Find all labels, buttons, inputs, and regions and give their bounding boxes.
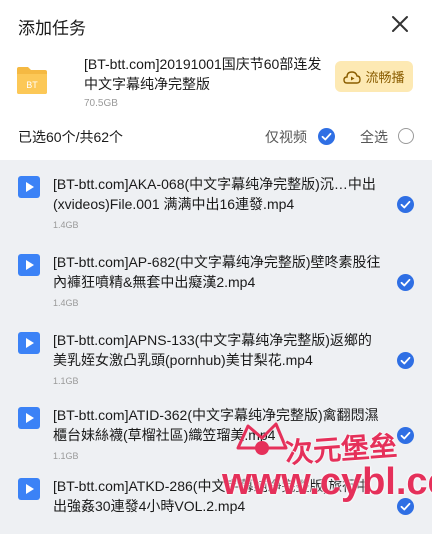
checked-icon[interactable] [397, 274, 414, 291]
smooth-play-button[interactable]: 流畅播 [335, 61, 413, 92]
task-header-panel: 添加任务 BT [BT-btt.com]20191001国庆节60部连发中文字幕… [0, 0, 432, 160]
file-size: 1.1GB [53, 376, 79, 386]
video-file-icon [18, 176, 40, 198]
video-file-icon [18, 254, 40, 276]
file-name: [BT-btt.com]AP-682(中文字幕纯净完整版)壁咚素股往內褲狂噴精&… [53, 254, 381, 290]
torrent-name: [BT-btt.com]20191001国庆节60部连发中文字幕纯净完整版 [84, 56, 322, 92]
close-icon[interactable] [388, 12, 412, 36]
folder-icon: BT [16, 64, 48, 96]
file-item[interactable]: [BT-btt.com]AKA-068(中文字幕纯净完整版)沉…中出(xvide… [0, 160, 432, 232]
torrent-size: 70.5GB [84, 98, 118, 109]
svg-text:BT: BT [26, 80, 38, 90]
video-only-label: 仅视频 [265, 129, 307, 145]
file-name: [BT-btt.com]APNS-133(中文字幕纯净完整版)返鄉的美乳姪女激凸… [53, 332, 372, 368]
video-only-checkbox[interactable] [318, 128, 335, 145]
checked-icon[interactable] [397, 196, 414, 213]
video-file-icon [18, 407, 40, 429]
smooth-play-label: 流畅播 [365, 70, 405, 85]
checked-icon[interactable] [397, 352, 414, 369]
checked-icon[interactable] [397, 427, 414, 444]
file-item[interactable]: [BT-btt.com]AP-682(中文字幕纯净完整版)壁咚素股往內褲狂噴精&… [0, 238, 432, 310]
file-size: 1.4GB [53, 220, 79, 230]
video-file-icon [18, 332, 40, 354]
watermark-logo-icon [236, 422, 288, 455]
file-name: [BT-btt.com]AKA-068(中文字幕纯净完整版)沉…中出(xvide… [53, 176, 376, 212]
cloud-play-icon [343, 70, 362, 84]
watermark-url: www.cybl.cc [222, 461, 432, 503]
file-size: 1.1GB [53, 451, 79, 461]
file-item[interactable]: [BT-btt.com]APNS-133(中文字幕纯净完整版)返鄉的美乳姪女激凸… [0, 316, 432, 388]
video-file-icon [18, 478, 40, 500]
dialog-title: 添加任务 [18, 19, 86, 38]
select-all-checkbox[interactable] [398, 128, 414, 144]
select-all-label: 全选 [360, 129, 388, 145]
file-size: 1.4GB [53, 298, 79, 308]
selection-count: 已选60个/共62个 [18, 129, 124, 145]
